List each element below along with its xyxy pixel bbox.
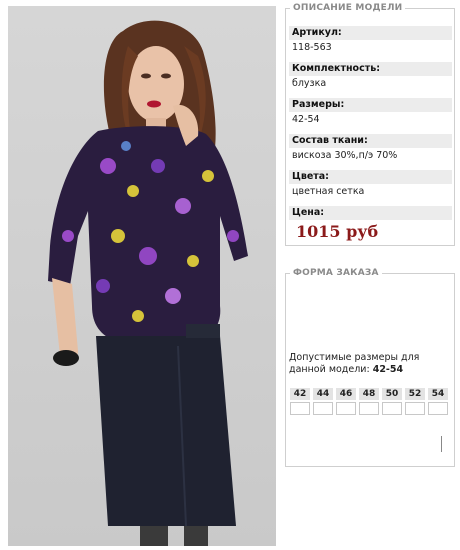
- sizes-label: Размеры:: [289, 98, 452, 112]
- fabric-label: Состав ткани:: [289, 134, 452, 148]
- quantity-input-52[interactable]: [405, 402, 425, 415]
- price-label: Цена:: [289, 206, 452, 220]
- quantity-input-44[interactable]: [313, 402, 333, 415]
- model-illustration: [48, 20, 248, 546]
- size-quantity-grid: 42 44 46 48 50 52 54: [290, 388, 448, 415]
- article-value: 118-563: [292, 42, 332, 53]
- set-label: Комплектность:: [289, 62, 452, 76]
- colors-label: Цвета:: [289, 170, 452, 184]
- description-legend: ОПИСАНИЕ МОДЕЛИ: [290, 2, 406, 14]
- size-header-50: 50: [382, 388, 402, 400]
- colors-value: цветная сетка: [292, 186, 365, 197]
- fabric-value: вискоза 30%,п/э 70%: [292, 150, 398, 161]
- order-form-panel: ФОРМА ЗАКАЗА Допустимые размеры для данн…: [285, 267, 455, 467]
- size-header-46: 46: [336, 388, 356, 400]
- size-header-44: 44: [313, 388, 333, 400]
- sizes-value: 42-54: [292, 114, 320, 125]
- allowed-sizes-note: Допустимые размеры для данной модели: 42…: [289, 352, 449, 376]
- product-description-panel: ОПИСАНИЕ МОДЕЛИ Артикул: 118-563 Комплек…: [285, 2, 455, 246]
- product-photo: [8, 6, 276, 546]
- allowed-sizes-range: 42-54: [372, 364, 404, 375]
- price-value: 1015 руб: [296, 222, 379, 241]
- size-header-52: 52: [405, 388, 425, 400]
- quantity-input-48[interactable]: [359, 402, 379, 415]
- order-legend: ФОРМА ЗАКАЗА: [290, 267, 382, 279]
- size-header-54: 54: [428, 388, 448, 400]
- quantity-input-54[interactable]: [428, 402, 448, 415]
- set-value: блузка: [292, 78, 327, 89]
- quantity-input-46[interactable]: [336, 402, 356, 415]
- text-cursor-mark: [441, 436, 442, 452]
- quantity-input-42[interactable]: [290, 402, 310, 415]
- size-header-42: 42: [290, 388, 310, 400]
- article-label: Артикул:: [289, 26, 452, 40]
- size-header-48: 48: [359, 388, 379, 400]
- quantity-input-50[interactable]: [382, 402, 402, 415]
